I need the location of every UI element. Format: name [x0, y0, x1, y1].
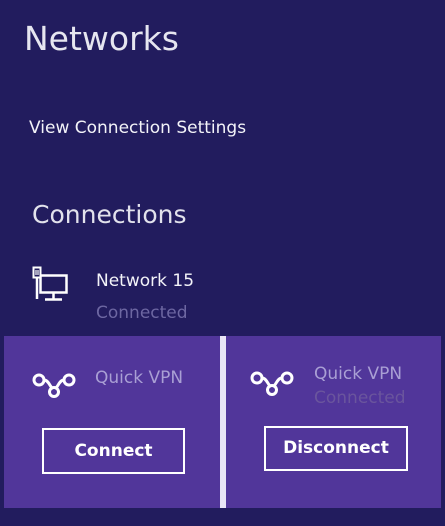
- vpn-tile-quick-vpn-1[interactable]: Quick VPN Connect: [4, 336, 220, 508]
- vpn-name: Quick VPN: [314, 364, 403, 384]
- network-status: Connected: [96, 303, 188, 323]
- network-flyout: Networks View Connection Settings Connec…: [4, 0, 441, 508]
- vpn-link-icon: [32, 373, 76, 398]
- connect-button[interactable]: Connect: [42, 428, 185, 474]
- network-item[interactable]: Network 15 Connected: [28, 264, 288, 324]
- page-title: Networks: [24, 19, 179, 58]
- vpn-link-icon: [250, 371, 294, 396]
- vpn-tile-quick-vpn-2[interactable]: Quick VPN Connected Disconnect: [226, 336, 441, 508]
- vpn-status: Connected: [314, 388, 406, 408]
- wired-monitor-icon: [32, 266, 68, 301]
- disconnect-button[interactable]: Disconnect: [264, 426, 408, 471]
- connections-heading: Connections: [32, 200, 187, 229]
- network-name: Network 15: [96, 271, 195, 291]
- view-connection-settings-link[interactable]: View Connection Settings: [29, 117, 246, 139]
- vpn-name: Quick VPN: [95, 368, 184, 388]
